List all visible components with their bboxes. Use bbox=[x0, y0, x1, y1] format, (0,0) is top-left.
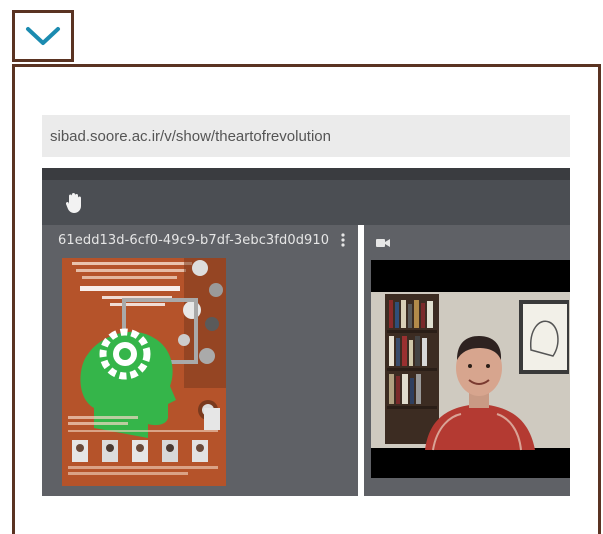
poster-graphic bbox=[62, 258, 226, 486]
tile-menu-button[interactable] bbox=[338, 232, 348, 248]
shared-tile-title: 61edd13d-6cf0-49c9-b7df-3ebc3fd0d910 bbox=[58, 233, 330, 248]
collapse-toggle-button[interactable] bbox=[12, 10, 74, 62]
url-text: sibad.soore.ac.ir/v/show/theartofrevolut… bbox=[50, 127, 331, 145]
kebab-menu-icon bbox=[341, 233, 345, 247]
participant-video bbox=[371, 260, 570, 478]
shared-poster-image bbox=[62, 258, 226, 486]
video-camera-icon bbox=[376, 239, 390, 247]
address-bar[interactable]: sibad.soore.ac.ir/v/show/theartofrevolut… bbox=[42, 115, 570, 157]
camera-indicator bbox=[376, 235, 390, 253]
video-frame-graphic bbox=[371, 260, 570, 478]
raise-hand-button[interactable] bbox=[64, 192, 84, 219]
hand-icon bbox=[65, 193, 81, 213]
toolbar-top-strip bbox=[42, 168, 570, 180]
chevron-down-icon bbox=[26, 27, 60, 45]
